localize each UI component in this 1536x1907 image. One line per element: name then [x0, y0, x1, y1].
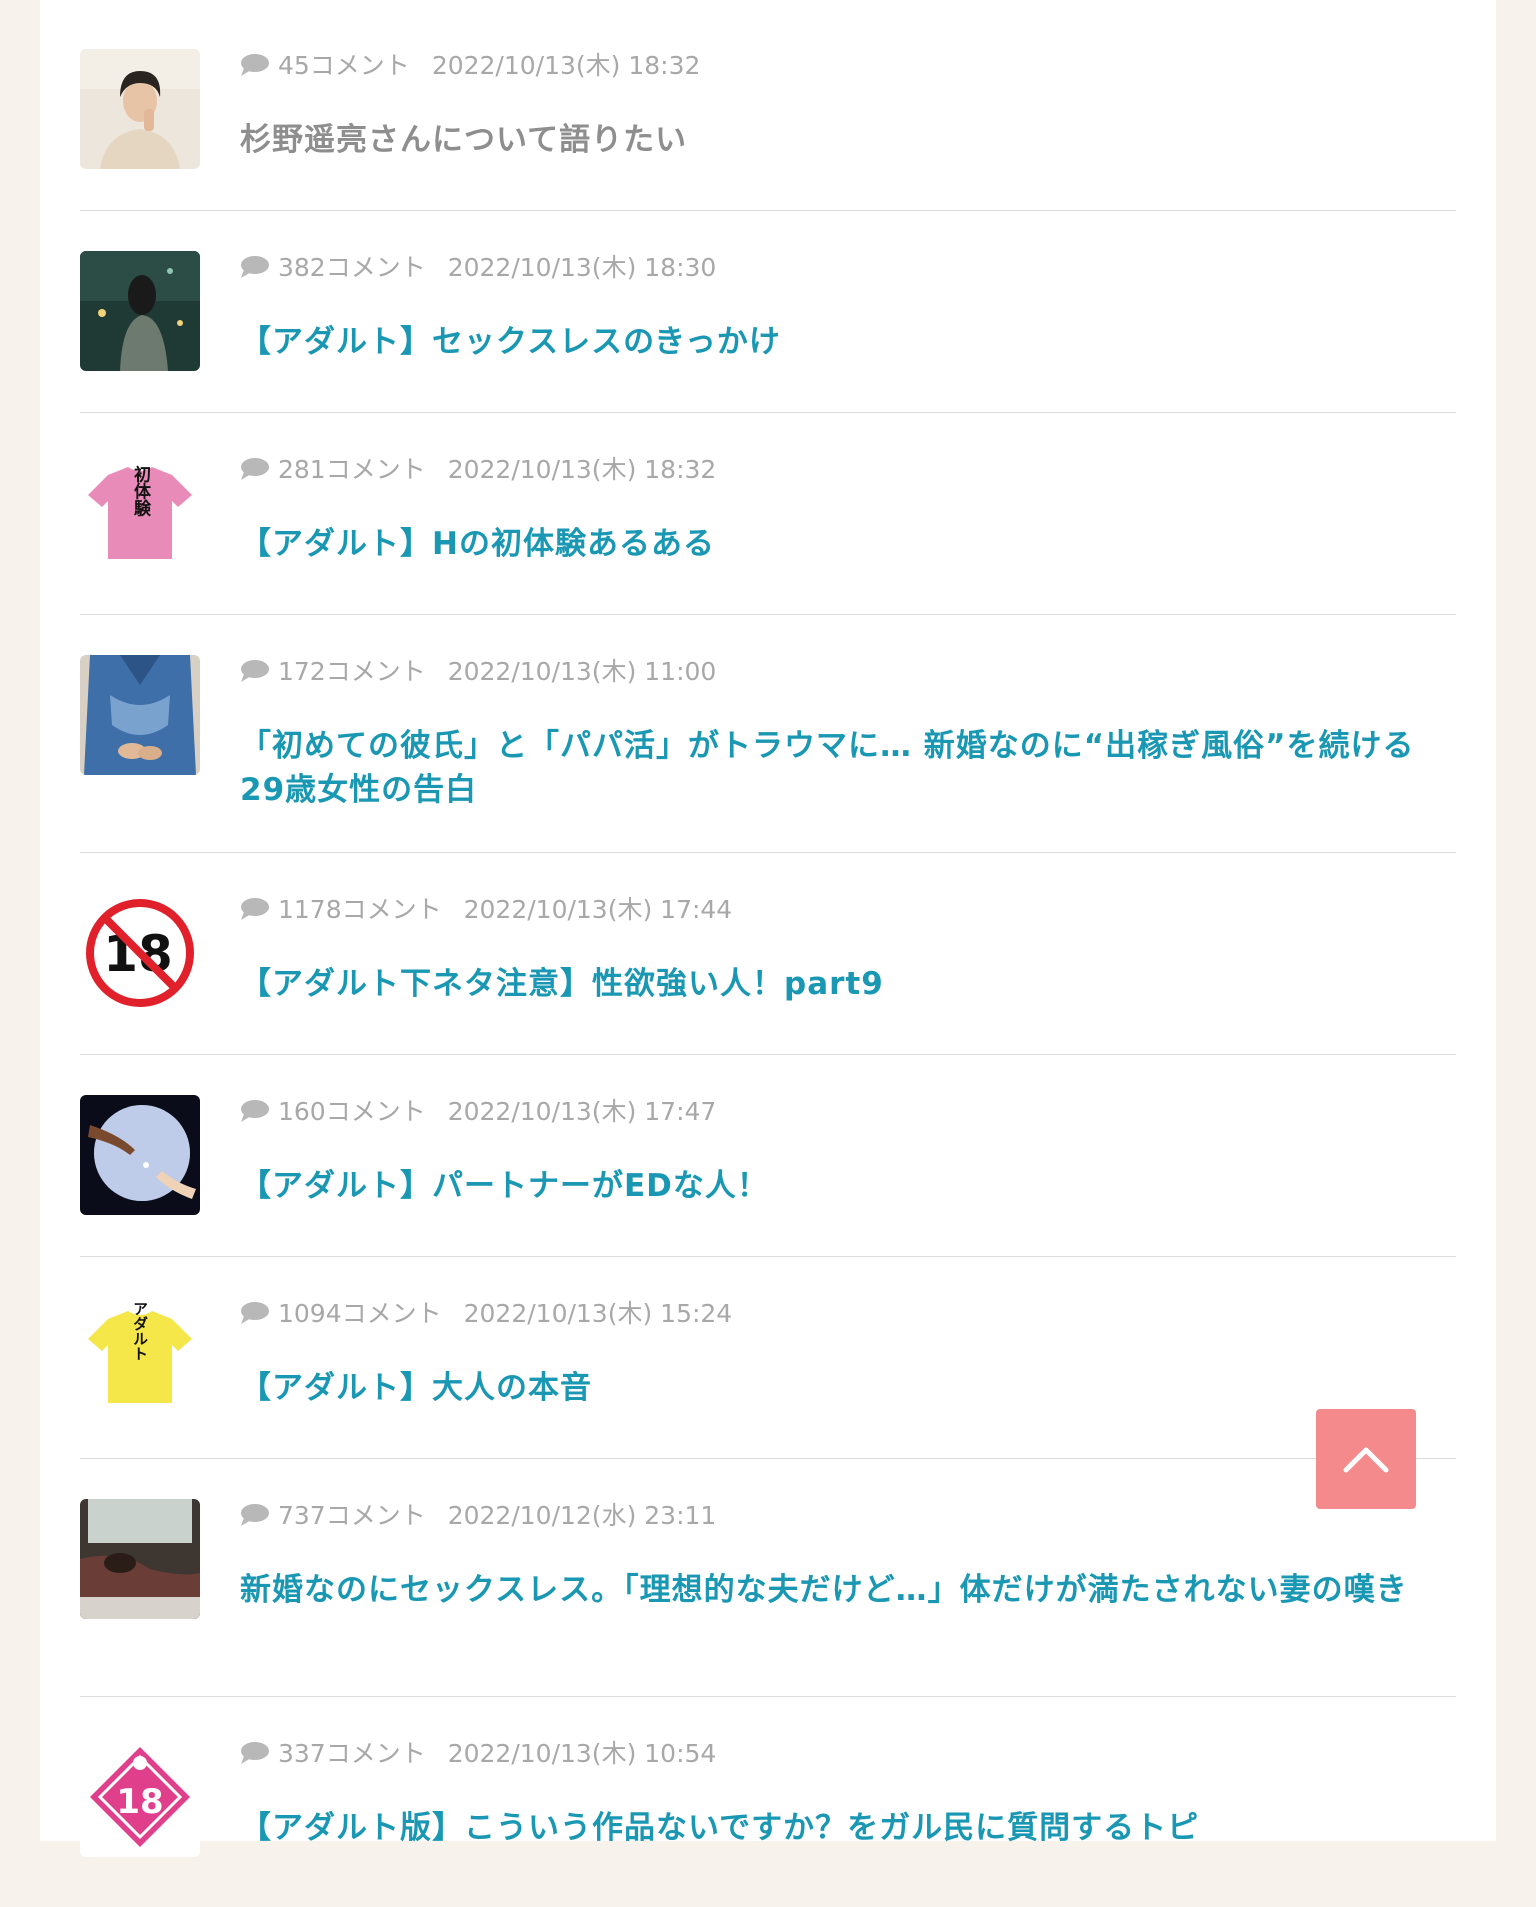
topic-meta: 281コメント 2022/10/13(木) 18:32 — [240, 454, 716, 486]
post-date: 2022/10/13(木) 18:30 — [447, 253, 717, 282]
topic-thumbnail[interactable] — [80, 655, 200, 775]
topic-thumbnail[interactable]: アダルト — [80, 1297, 200, 1417]
post-date: 2022/10/13(木) 18:32 — [431, 51, 701, 80]
comment-count: 382コメント — [278, 253, 426, 282]
comment-bubble-icon — [241, 898, 269, 920]
topic-title-link[interactable]: 【アダルト】セックスレスのきっかけ — [240, 320, 1416, 364]
post-date: 2022/10/12(水) 23:11 — [447, 1501, 717, 1530]
topic-thumbnail[interactable] — [80, 1499, 200, 1619]
chevron-up-icon — [1343, 1447, 1389, 1473]
comment-count: 737コメント — [278, 1501, 426, 1530]
bedroom-scene-icon — [80, 1499, 200, 1619]
tshirt-text: アダルト — [131, 1301, 149, 1361]
topic-title-link[interactable]: 新婚なのにセックスレス。「理想的な夫だけど…」体だけが満たされない妻の嘆き — [240, 1568, 1416, 1612]
comment-bubble-icon — [241, 1504, 269, 1526]
post-date: 2022/10/13(木) 17:47 — [447, 1097, 717, 1126]
topic-thumbnail[interactable]: 18 — [80, 893, 200, 1013]
post-date: 2022/10/13(木) 15:24 — [463, 1299, 733, 1328]
topic-thumbnail[interactable]: 18 — [80, 1737, 200, 1857]
topic-row[interactable]: 18 337コメント 2022/10/13(木) 10:54 【アダルト版】こうい… — [80, 1697, 1456, 1907]
post-date: 2022/10/13(木) 18:32 — [447, 455, 717, 484]
comment-bubble-icon — [241, 458, 269, 480]
topic-row[interactable]: 172コメント 2022/10/13(木) 11:00 「初めての彼氏」と「パパ活… — [80, 615, 1456, 853]
pink-18-badge-icon: 18 — [80, 1737, 200, 1857]
comment-count: 337コメント — [278, 1739, 426, 1768]
topic-meta: 337コメント 2022/10/13(木) 10:54 — [240, 1738, 716, 1770]
topic-title-link[interactable]: 【アダルト下ネタ注意】性欲強い人！part9 — [240, 962, 1416, 1006]
topic-row[interactable]: 18 1178コメント 2022/10/13(木) 17:44 【アダルト下ネタ注… — [80, 853, 1456, 1055]
moon-hands-icon — [80, 1095, 200, 1215]
topic-meta: 737コメント 2022/10/12(水) 23:11 — [240, 1500, 716, 1532]
night-scene-icon — [80, 251, 200, 371]
topic-thumbnail[interactable] — [80, 251, 200, 371]
back-to-top-button[interactable] — [1316, 1409, 1416, 1509]
blue-shirt-icon — [80, 655, 200, 775]
topic-title-link[interactable]: 【アダルト】大人の本音 — [240, 1366, 1416, 1410]
topic-row[interactable]: 45コメント 2022/10/13(木) 18:32 杉野遥亮さんについて語りたい — [80, 0, 1456, 211]
topic-list: 45コメント 2022/10/13(木) 18:32 杉野遥亮さんについて語りたい… — [40, 0, 1496, 1907]
comment-count: 1178コメント — [278, 895, 442, 924]
comment-bubble-icon — [241, 660, 269, 682]
topic-title-link[interactable]: 杉野遥亮さんについて語りたい — [240, 118, 1416, 162]
comment-bubble-icon — [241, 54, 269, 76]
post-date: 2022/10/13(木) 17:44 — [463, 895, 733, 924]
comment-count: 160コメント — [278, 1097, 426, 1126]
topic-title-link[interactable]: 「初めての彼氏」と「パパ活」がトラウマに… 新婚なのに“出稼ぎ風俗”を続ける29… — [240, 724, 1416, 812]
topic-row[interactable]: アダルト 1094コメント 2022/10/13(木) 15:24 【アダルト】大… — [80, 1257, 1456, 1459]
comment-count: 172コメント — [278, 657, 426, 686]
content-panel: 45コメント 2022/10/13(木) 18:32 杉野遥亮さんについて語りたい… — [40, 0, 1496, 1857]
topic-meta: 1094コメント 2022/10/13(木) 15:24 — [240, 1298, 732, 1330]
tshirt-text: 初体験 — [130, 464, 151, 517]
post-date: 2022/10/13(木) 11:00 — [447, 657, 717, 686]
comment-bubble-icon — [241, 1742, 269, 1764]
topic-thumbnail[interactable]: 初体験 — [80, 453, 200, 573]
topic-meta: 160コメント 2022/10/13(木) 17:47 — [240, 1096, 716, 1128]
pink-tshirt-icon: 初体験 — [80, 453, 200, 573]
comment-count: 281コメント — [278, 455, 426, 484]
topic-row[interactable]: 382コメント 2022/10/13(木) 18:30 【アダルト】セックスレスの… — [80, 211, 1456, 413]
post-date: 2022/10/13(木) 10:54 — [447, 1739, 717, 1768]
comment-bubble-icon — [241, 1100, 269, 1122]
topic-row[interactable]: 737コメント 2022/10/12(水) 23:11 新婚なのにセックスレス。「… — [80, 1459, 1456, 1697]
comment-count: 1094コメント — [278, 1299, 442, 1328]
topic-meta: 172コメント 2022/10/13(木) 11:00 — [240, 656, 716, 688]
topic-title-link[interactable]: 【アダルト】Hの初体験あるある — [240, 522, 1416, 566]
yellow-tshirt-icon: アダルト — [80, 1297, 200, 1417]
comment-count: 45コメント — [278, 51, 410, 80]
topic-title-link[interactable]: 【アダルト版】こういう作品ないですか？をガル民に質問するトピ — [240, 1806, 1416, 1850]
topic-thumbnail[interactable] — [80, 49, 200, 169]
comment-bubble-icon — [241, 256, 269, 278]
badge18-text: 18 — [116, 1782, 163, 1822]
topic-meta: 45コメント 2022/10/13(木) 18:32 — [240, 50, 700, 82]
topic-row[interactable]: 160コメント 2022/10/13(木) 17:47 【アダルト】パートナーがE… — [80, 1055, 1456, 1257]
topic-row[interactable]: 初体験 281コメント 2022/10/13(木) 18:32 【アダルト】Hの初… — [80, 413, 1456, 615]
person-portrait-icon — [80, 49, 200, 169]
topic-meta: 1178コメント 2022/10/13(木) 17:44 — [240, 894, 732, 926]
topic-title-link[interactable]: 【アダルト】パートナーがEDな人！ — [240, 1164, 1416, 1208]
topic-thumbnail[interactable] — [80, 1095, 200, 1215]
topic-meta: 382コメント 2022/10/13(木) 18:30 — [240, 252, 716, 284]
comment-bubble-icon — [241, 1302, 269, 1324]
no-under-18-icon: 18 — [80, 893, 200, 1013]
